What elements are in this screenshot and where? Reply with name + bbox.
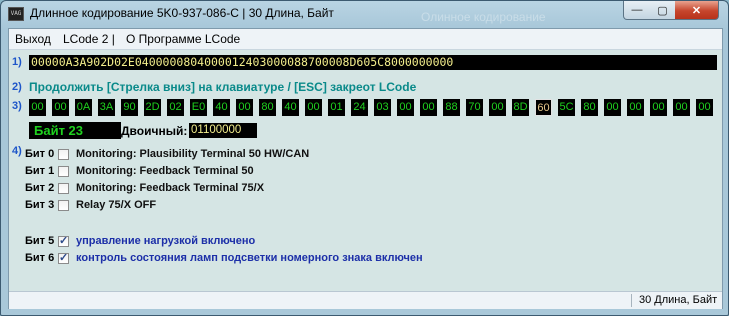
byte-cell[interactable]: 90 bbox=[121, 99, 138, 116]
row-number-1: 1) bbox=[12, 56, 22, 68]
bit-5-checkbox[interactable] bbox=[58, 234, 69, 247]
byte-cell[interactable]: 03 bbox=[374, 99, 391, 116]
menu-bar: Выход LCode 2 | О Программе LCode bbox=[9, 29, 722, 50]
byte-cell[interactable]: 3A bbox=[98, 99, 115, 116]
bit-description: Monitoring: Plausibility Terminal 50 HW/… bbox=[76, 148, 310, 160]
byte-number-label: Байт 23 bbox=[29, 122, 121, 139]
lcode-window: VAG Длинное кодирование 5K0-937-086-C | … bbox=[0, 0, 729, 316]
bit-description: контроль состояния ламп подсветки номерн… bbox=[76, 252, 423, 264]
menu-lcode2[interactable]: LCode 2 | bbox=[63, 32, 115, 46]
byte-cell[interactable]: 40 bbox=[213, 99, 230, 116]
byte-cell[interactable]: 00 bbox=[604, 99, 621, 116]
bit-3-checkbox[interactable] bbox=[58, 200, 69, 211]
byte-cell[interactable]: 0A bbox=[75, 99, 92, 116]
bit-label: Бит 6 bbox=[25, 252, 55, 264]
title-bar[interactable]: VAG Длинное кодирование 5K0-937-086-C | … bbox=[1, 1, 728, 27]
coding-string-field[interactable]: 00000A3A902D02E0400000804000012403000088… bbox=[29, 55, 717, 70]
byte-cell[interactable]: 01 bbox=[328, 99, 345, 116]
bit-description: Relay 75/X OFF bbox=[76, 199, 157, 211]
byte-cell[interactable]: 80 bbox=[581, 99, 598, 116]
status-bar: 30 Длина, Байт bbox=[9, 291, 722, 309]
row-number-4: 4) bbox=[12, 145, 22, 157]
row-number-2: 2) bbox=[12, 81, 22, 93]
byte-cell[interactable]: 00 bbox=[489, 99, 506, 116]
byte-cell[interactable]: 2D bbox=[144, 99, 161, 116]
bit-description: Monitoring: Feedback Terminal 75/X bbox=[76, 182, 265, 194]
bit-description: управление нагрузкой включено bbox=[76, 235, 256, 247]
byte-cell[interactable]: 00 bbox=[52, 99, 69, 116]
bit-label: Бит 3 bbox=[25, 199, 55, 211]
byte-cell[interactable]: 80 bbox=[259, 99, 276, 116]
byte-cell[interactable]: 70 bbox=[466, 99, 483, 116]
menu-about[interactable]: О Программе LCode bbox=[126, 32, 240, 46]
byte-cell[interactable]: 60 bbox=[535, 99, 552, 116]
close-button[interactable]: ✕ bbox=[675, 1, 719, 20]
status-text: 30 Длина, Байт bbox=[639, 294, 718, 306]
bit-6-checkbox[interactable] bbox=[58, 251, 69, 264]
byte-cell[interactable]: 00 bbox=[397, 99, 414, 116]
byte-cell[interactable]: 24 bbox=[351, 99, 368, 116]
minimize-button[interactable]: — bbox=[623, 1, 651, 20]
window-title: Длинное кодирование 5K0-937-086-C | 30 Д… bbox=[30, 6, 334, 20]
client-area: Выход LCode 2 | О Программе LCode 1) 000… bbox=[8, 28, 723, 309]
background-window-title: Олинное кодирование bbox=[421, 10, 546, 24]
byte-cell[interactable]: 00 bbox=[29, 99, 46, 116]
bit-2-checkbox[interactable] bbox=[58, 183, 69, 194]
hint-text: Продолжить [Стрелка вниз] на клавиатуре … bbox=[29, 80, 417, 94]
byte-cell[interactable]: 88 bbox=[443, 99, 460, 116]
byte-cell[interactable]: 00 bbox=[650, 99, 667, 116]
row-number-3: 3) bbox=[12, 100, 22, 112]
menu-exit[interactable]: Выход bbox=[15, 32, 51, 46]
maximize-button[interactable]: ▢ bbox=[650, 1, 676, 20]
bit-description: Monitoring: Feedback Terminal 50 bbox=[76, 165, 254, 177]
byte-cell[interactable]: 8D bbox=[512, 99, 529, 116]
binary-value-field[interactable]: 01100000 bbox=[189, 123, 257, 138]
bit-label: Бит 0 bbox=[25, 148, 55, 160]
byte-cell[interactable]: 02 bbox=[167, 99, 184, 116]
byte-cell[interactable]: 00 bbox=[420, 99, 437, 116]
byte-cell[interactable]: 00 bbox=[673, 99, 690, 116]
bit-0-checkbox[interactable] bbox=[58, 149, 69, 160]
byte-cell[interactable]: 40 bbox=[282, 99, 299, 116]
byte-cell[interactable]: 5C bbox=[558, 99, 575, 116]
byte-cell[interactable]: 00 bbox=[696, 99, 713, 116]
byte-cell[interactable]: E0 bbox=[190, 99, 207, 116]
bit-label: Бит 5 bbox=[25, 235, 55, 247]
binary-label: Двоичный: bbox=[121, 124, 188, 138]
bit-1-checkbox[interactable] bbox=[58, 166, 69, 177]
byte-cell[interactable]: 00 bbox=[305, 99, 322, 116]
byte-cell[interactable]: 00 bbox=[627, 99, 644, 116]
bit-label: Бит 2 bbox=[25, 182, 55, 194]
status-divider bbox=[631, 294, 632, 307]
bit-label: Бит 1 bbox=[25, 165, 55, 177]
byte-cell[interactable]: 00 bbox=[236, 99, 253, 116]
app-icon[interactable]: VAG bbox=[8, 7, 24, 21]
